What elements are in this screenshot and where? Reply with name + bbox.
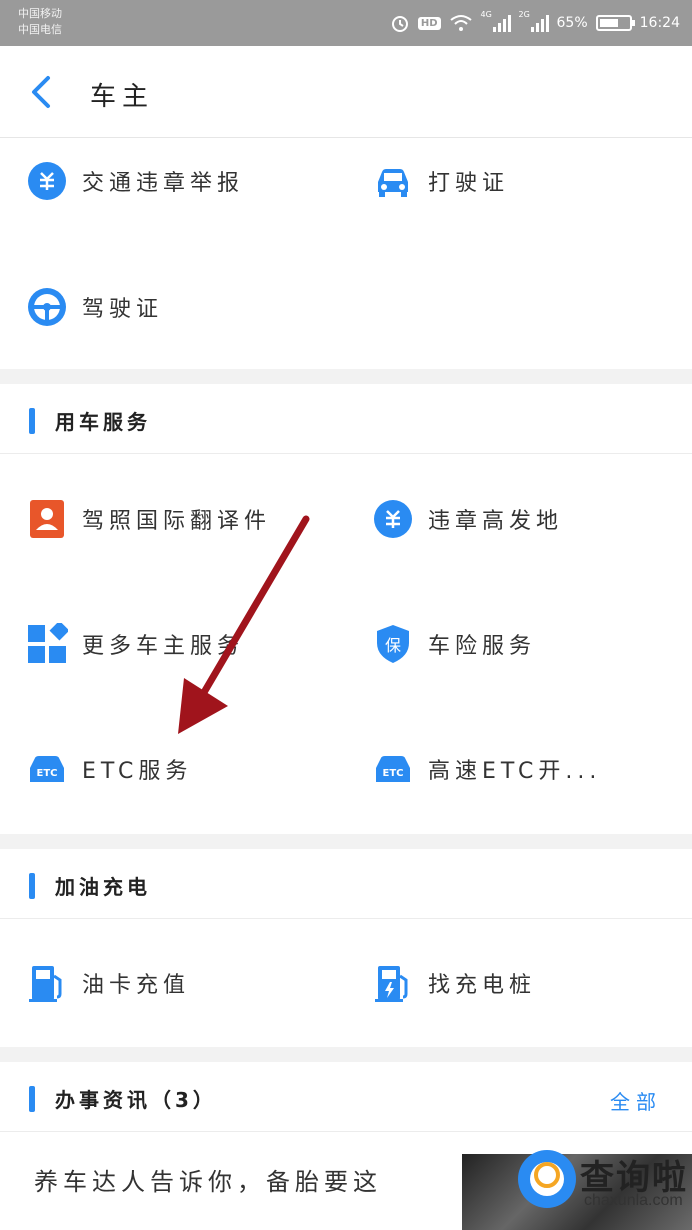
section-title: 办事资讯（3）	[55, 1088, 217, 1112]
service-label: 更多车主服务	[82, 634, 245, 659]
steering-wheel-icon	[28, 288, 66, 326]
section-header: 用车服务	[0, 384, 692, 454]
back-button[interactable]	[22, 68, 62, 116]
etc-car-icon: ETC	[30, 756, 64, 782]
wifi-icon	[449, 14, 473, 32]
logo-q-ring	[534, 1162, 560, 1188]
vehicle-services-section: 用车服务 驾照国际翻译件 违章高发地 更多车主服务 保 车险服务 ETC ETC…	[0, 384, 692, 834]
service-find-charging-station[interactable]: 找充电桩	[372, 953, 536, 1013]
status-bar: 中国移动 中国电信 HD 4G 2G 65% 16:24	[0, 0, 692, 46]
top-services-section: 交通违章举报 打驶证 驾驶证	[0, 139, 692, 369]
section-accent-bar	[29, 408, 35, 434]
battery-icon	[595, 15, 635, 31]
watermark-domain: chaxunla.com	[584, 1192, 683, 1209]
etc-car-icon: ETC	[376, 756, 410, 782]
section-divider	[0, 369, 692, 384]
network-2g-label: 2G	[518, 10, 530, 19]
service-label: 高速ETC开...	[428, 759, 602, 784]
fuel-charging-section: 加油充电 油卡充值 找充电桩	[0, 849, 692, 1047]
news-line-1: 养车达人告诉你，备胎要这	[34, 1168, 382, 1196]
section-divider	[0, 834, 692, 849]
clock: 16:24	[639, 15, 680, 31]
header-bar: 车主	[0, 46, 692, 138]
section-accent-bar	[29, 873, 35, 899]
service-label: 违章高发地	[428, 509, 564, 534]
violation-icon	[28, 162, 66, 200]
fuel-pump-icon	[29, 966, 62, 1002]
service-label: 车险服务	[428, 634, 537, 659]
service-driver-license[interactable]: 驾驶证	[26, 277, 163, 337]
svg-text:ETC: ETC	[37, 768, 58, 779]
id-card-icon	[30, 500, 64, 538]
alarm-icon	[390, 13, 410, 33]
service-more-owner-services[interactable]: 更多车主服务	[26, 614, 244, 674]
status-icons: HD 4G 2G 65% 16:24	[390, 10, 680, 34]
svg-text:ETC: ETC	[383, 768, 404, 779]
battery-percent: 65%	[556, 15, 588, 31]
service-license-translation[interactable]: 驾照国际翻译件	[26, 489, 271, 549]
car-icon	[378, 169, 408, 197]
carrier-2: 中国电信	[18, 23, 62, 36]
service-driving-permit[interactable]: 打驶证	[372, 151, 509, 211]
carrier-info: 中国移动 中国电信	[18, 6, 62, 38]
service-violation-hotspots[interactable]: 违章高发地	[372, 489, 563, 549]
service-etc[interactable]: ETC ETC服务	[26, 739, 192, 799]
service-label: 打驶证	[428, 171, 510, 196]
chevron-left-icon	[32, 76, 50, 108]
svg-text:保: 保	[385, 636, 401, 655]
service-traffic-violation-report[interactable]: 交通违章举报	[26, 151, 244, 211]
section-accent-bar	[29, 1086, 35, 1112]
carrier-1: 中国移动	[18, 7, 62, 20]
service-label: 驾驶证	[82, 297, 164, 322]
hd-icon: HD	[417, 16, 441, 30]
charging-station-icon	[375, 966, 408, 1002]
service-fuel-card-recharge[interactable]: 油卡充值	[26, 953, 190, 1013]
service-label: ETC服务	[82, 759, 193, 784]
watermark-logo: 查询啦 chaxunla.com	[512, 1144, 692, 1230]
shield-icon: 保	[377, 625, 409, 663]
service-label: 驾照国际翻译件	[82, 509, 272, 534]
network-4g-label: 4G	[480, 10, 492, 19]
service-label: 找充电桩	[428, 973, 537, 998]
signal-4g-icon: 4G	[481, 10, 511, 32]
page-title: 车主	[90, 82, 155, 112]
section-divider	[0, 1047, 692, 1062]
news-item-title[interactable]: 养车达人告诉你，备胎要这	[34, 1160, 434, 1204]
service-label: 油卡充值	[82, 973, 191, 998]
section-header: 办事资讯（3） 全部	[0, 1062, 692, 1132]
violation-icon	[374, 500, 412, 538]
grid-icon	[28, 623, 68, 663]
section-header: 加油充电	[0, 849, 692, 919]
signal-2g-icon: 2G	[519, 10, 549, 32]
service-highway-etc[interactable]: ETC 高速ETC开...	[372, 739, 601, 799]
section-title: 用车服务	[55, 410, 151, 434]
section-title: 加油充电	[55, 875, 151, 899]
view-all-link[interactable]: 全部	[610, 1086, 662, 1115]
service-car-insurance[interactable]: 保 车险服务	[372, 614, 536, 674]
service-label: 交通违章举报	[82, 171, 245, 196]
